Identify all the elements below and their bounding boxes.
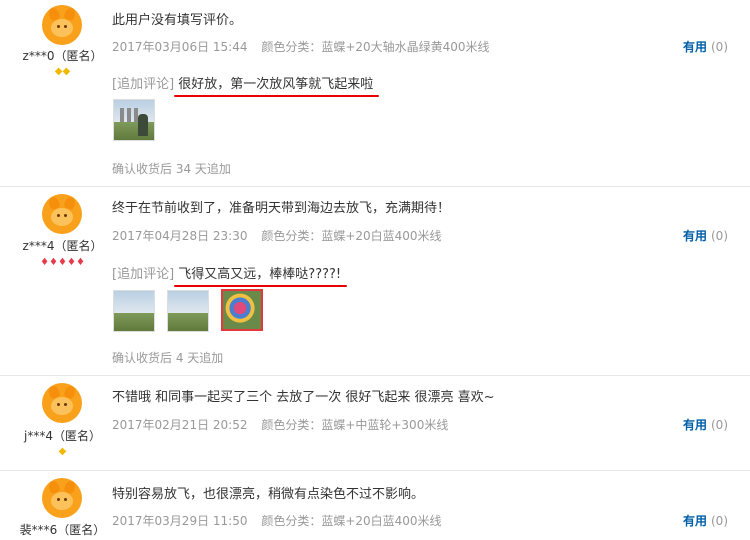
confirm-note: 确认收货后 34 天追加 bbox=[112, 162, 231, 176]
avatar[interactable] bbox=[42, 5, 82, 45]
helpful-label: 有用 bbox=[682, 418, 707, 432]
user-name: z***4（匿名） bbox=[22, 239, 103, 253]
review-photo-thumbnail-selected[interactable] bbox=[221, 289, 263, 331]
avatar[interactable] bbox=[42, 383, 82, 423]
review-meta: 2017年04月28日 23:30 颜色分类：蓝蝶+20白蓝400米线 bbox=[112, 227, 442, 244]
user-name: z***0（匿名） bbox=[22, 49, 103, 63]
helpful-button[interactable]: 有用 (0) bbox=[683, 38, 728, 55]
helpful-label: 有用 bbox=[682, 40, 707, 54]
review-comment: 不错哦 和同事一起买了三个 去放了一次 很好飞起来 很漂亮 喜欢~ bbox=[112, 390, 495, 405]
review-comment: 特别容易放飞，也很漂亮，稍微有点染色不过不影响。 bbox=[112, 487, 425, 502]
append-tag: [追加评论] bbox=[112, 77, 175, 92]
append-text: 飞得又高又远，棒棒哒????! bbox=[174, 263, 347, 287]
review-sku: 颜色分类：蓝蝶+20白蓝400米线 bbox=[261, 229, 442, 243]
review-comment: 此用户没有填写评价。 bbox=[112, 13, 243, 28]
user-name: 裴***6（匿名） bbox=[19, 523, 106, 537]
helpful-count: (0) bbox=[711, 514, 728, 528]
helpful-count: (0) bbox=[711, 40, 728, 54]
review-date: 2017年03月29日 11:50 bbox=[112, 514, 248, 528]
avatar[interactable] bbox=[42, 478, 82, 518]
append-tag: [追加评论] bbox=[112, 267, 175, 282]
append-comment: [追加评论] 飞得又高又远，棒棒哒????! bbox=[112, 263, 347, 287]
review-meta: 2017年03月06日 15:44 颜色分类：蓝蝶+20大轴水晶绿黄400米线 bbox=[112, 38, 490, 55]
helpful-count: (0) bbox=[711, 418, 728, 432]
divider bbox=[0, 375, 750, 376]
review-meta: 2017年02月21日 20:52 颜色分类：蓝蝶+中蓝轮+300米线 bbox=[112, 416, 448, 433]
review-date: 2017年03月06日 15:44 bbox=[112, 40, 248, 54]
divider bbox=[0, 186, 750, 187]
review-sku: 颜色分类：蓝蝶+20白蓝400米线 bbox=[261, 514, 442, 528]
helpful-button[interactable]: 有用 (0) bbox=[683, 227, 728, 244]
helpful-count: (0) bbox=[711, 229, 728, 243]
avatar[interactable] bbox=[42, 194, 82, 234]
review-comment: 终于在节前收到了，准备明天带到海边去放飞，充满期待！ bbox=[112, 201, 451, 216]
vip-badge-icon: ◆ bbox=[58, 446, 67, 457]
confirm-note: 确认收货后 4 天追加 bbox=[112, 351, 224, 365]
helpful-label: 有用 bbox=[682, 229, 707, 243]
vip-badge-icon: ◆◆ bbox=[54, 66, 71, 77]
helpful-label: 有用 bbox=[682, 514, 707, 528]
review-date: 2017年04月28日 23:30 bbox=[112, 229, 248, 243]
append-text: 很好放，第一次放风筝就飞起来啦 bbox=[174, 73, 380, 97]
user-name: j***4（匿名） bbox=[24, 429, 101, 443]
review-date: 2017年02月21日 20:52 bbox=[112, 418, 248, 432]
helpful-button[interactable]: 有用 (0) bbox=[683, 512, 728, 529]
review-photo-thumbnail[interactable] bbox=[113, 290, 155, 332]
helpful-button[interactable]: 有用 (0) bbox=[683, 416, 728, 433]
review-sku: 颜色分类：蓝蝶+20大轴水晶绿黄400米线 bbox=[261, 40, 490, 54]
divider bbox=[0, 470, 750, 471]
append-comment: [追加评论] 很好放，第一次放风筝就飞起来啦 bbox=[112, 73, 380, 97]
review-sku: 颜色分类：蓝蝶+中蓝轮+300米线 bbox=[261, 418, 449, 432]
review-photo-thumbnail[interactable] bbox=[113, 99, 155, 141]
review-photo-thumbnail[interactable] bbox=[167, 290, 209, 332]
vip-badge-icon: ♦♦♦♦♦ bbox=[40, 257, 85, 268]
review-meta: 2017年03月29日 11:50 颜色分类：蓝蝶+20白蓝400米线 bbox=[112, 512, 442, 529]
